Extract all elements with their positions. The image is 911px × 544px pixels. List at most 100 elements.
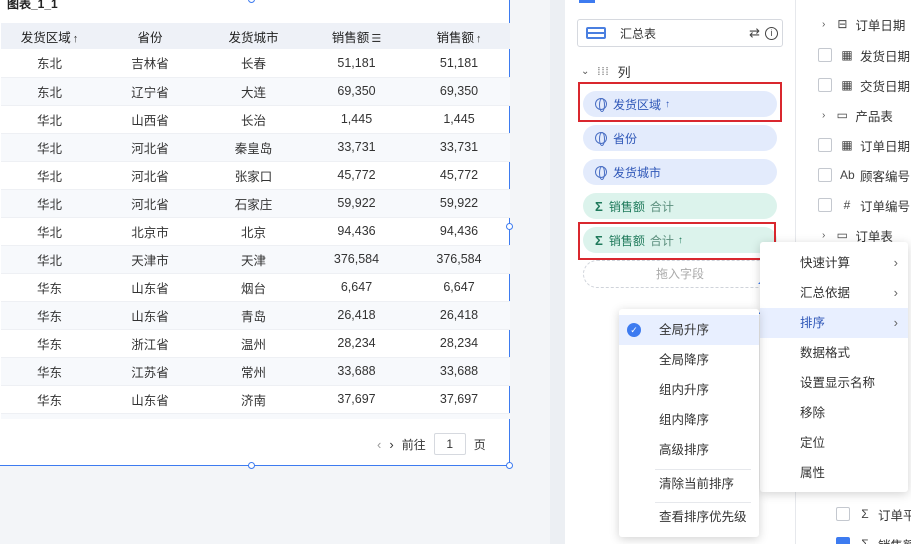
field-type-icon: Ab [840,168,855,182]
next-page-icon[interactable]: › [389,437,393,452]
sort-option[interactable]: ✓ 全局升序 [619,315,759,345]
sort-option[interactable]: 全局降序 [619,345,759,375]
table-cell: 59,922 [305,189,408,218]
context-menu-item[interactable]: 数据格式 [760,338,908,368]
col-header-city[interactable]: 发货城市 [202,23,305,49]
chevron-right-icon[interactable]: › [822,19,825,30]
field-checkbox[interactable] [836,537,850,544]
swap-icon[interactable]: ⇄ [749,25,760,41]
col-header-sales[interactable]: 销售额 ☰ [305,23,408,49]
col-header-sales-sorted[interactable]: 销售额 ↑ [408,23,510,49]
resize-handle-right[interactable] [506,223,513,230]
field-pill-sales-sum[interactable]: Σ 销售额 合计 [583,193,777,219]
table-cell: 51,181 [305,49,408,78]
chevron-right-icon[interactable]: › [822,230,825,241]
table-cell: 江苏省 [98,357,202,386]
context-menu-item[interactable]: 定位 [760,428,908,458]
table-cell: 华东 [1,273,98,302]
table-row[interactable]: 华北 河北省 石家庄 59,922 59,922 [1,189,510,218]
table-cell: 山西省 [98,105,202,134]
context-menu-item[interactable]: 排序 › [760,308,908,338]
drop-field-zone[interactable]: 拖入字段 [583,260,777,288]
table-cell: 33,688 [408,357,510,386]
field-pill-province[interactable]: 省份 [583,125,777,151]
sort-option[interactable]: 组内降序 [619,405,759,435]
col-header-region[interactable]: 发货区域 ↑ [1,23,98,49]
active-tab-indicator [579,0,595,3]
chevron-right-icon[interactable]: › [822,110,825,121]
field-checkbox[interactable] [818,48,832,62]
field-item[interactable]: ▦ 发货日期 [818,43,911,67]
table-row[interactable]: 华东 山东省 青岛 26,418 26,418 [1,301,510,330]
prev-page-icon[interactable]: ‹ [377,437,381,452]
table-row[interactable]: 华北 北京市 北京 94,436 94,436 [1,217,510,246]
field-checkbox[interactable] [818,198,832,212]
table-cell: 376,584 [408,245,510,274]
chevron-right-icon: › [893,285,898,300]
table-cell: 26,418 [408,301,510,330]
table-viewport[interactable]: 发货区域 ↑ 省份 发货城市 销售额 ☰ 销售额 ↑ 东北 吉林省 长春 51,181 51,… [1,23,510,419]
field-checkbox[interactable] [818,78,832,92]
field-item[interactable]: Σ 销售额 [836,532,911,544]
table-widget[interactable]: 图表_1_1 发货区域 ↑ 省份 发货城市 销售额 ☰ 销售额 ↑ 东北 吉林省… [0,0,510,466]
info-icon[interactable]: i [765,26,778,40]
resize-handle-bottom[interactable] [248,462,255,469]
field-item[interactable]: # 订单编号 [818,193,911,217]
data-table: 发货区域 ↑ 省份 发货城市 销售额 ☰ 销售额 ↑ 东北 吉林省 长春 51,181 51,… [1,23,510,419]
table-row[interactable]: 华北 河北省 秦皇岛 33,731 33,731 [1,133,510,162]
sort-option-label: 组内降序 [659,413,710,427]
menu-item-label: 排序 [800,316,826,330]
field-item[interactable]: Ab 顾客编号 [818,163,911,187]
context-menu-item[interactable]: 属性 [760,458,908,488]
resize-handle-corner[interactable] [506,462,513,469]
highlight-box [578,82,782,122]
menu-item-label: 移除 [800,406,826,420]
table-row[interactable]: 华东 江苏省 常州 33,688 33,688 [1,357,510,386]
menu-item-label: 定位 [800,436,826,450]
field-type-icon: # [843,198,851,212]
sort-option[interactable]: 查看排序优先级 [619,502,759,532]
pill-label: 省份 [613,131,638,146]
col-header-province[interactable]: 省份 [98,23,202,49]
table-row[interactable]: 华北 山西省 长治 1,445 1,445 [1,105,510,134]
table-row[interactable]: 华东 山东省 烟台 6,647 6,647 [1,273,510,302]
menu-divider [655,502,751,503]
table-row[interactable]: 华东 山东省 济南 37,697 37,697 [1,385,510,414]
table-cell: 28,234 [408,329,510,358]
field-checkbox[interactable] [818,138,832,152]
table-row[interactable]: 华北 天津市 天津 376,584 376,584 [1,245,510,274]
field-item[interactable]: › ▭ 产品表 [818,103,911,127]
table-row[interactable]: 华东 浙江省 温州 28,234 28,234 [1,329,510,358]
table-row[interactable]: 东北 吉林省 长春 51,181 51,181 [1,49,510,78]
page-number-input[interactable]: 1 [433,433,466,455]
context-menu-item[interactable]: 设置显示名称 [760,368,908,398]
table-row[interactable]: 东北 辽宁省 大连 69,350 69,350 [1,77,510,106]
sort-option[interactable]: 高级排序 [619,435,759,465]
table-cell: 38,000 [305,413,408,419]
field-item[interactable]: ▦ 订单日期 [818,133,911,157]
field-type-icon: ▦ [841,78,853,92]
table-cell: 河北省 [98,189,202,218]
chart-type-selector[interactable]: 汇总表 ⇄ i [577,19,783,47]
field-item[interactable]: ▦ 交货日期 [818,73,911,97]
sort-option[interactable]: 组内升序 [619,375,759,405]
field-item[interactable]: › ⊟ 订单日期 [818,12,911,36]
table-cell: 河北省 [98,161,202,190]
panel-divider[interactable] [550,0,565,544]
table-cell: 东北 [1,77,98,106]
table-cell: 山东省 [98,273,202,302]
context-menu-item[interactable]: 快速计算 › [760,248,908,278]
table-cell: 常州 [202,357,305,386]
context-menu-item[interactable]: 移除 [760,398,908,428]
context-menu-item[interactable]: 汇总依据 › [760,278,908,308]
table-row[interactable]: 华北 河北省 张家口 45,772 45,772 [1,161,510,190]
field-item[interactable]: Σ 订单平 [836,502,911,526]
columns-section-header[interactable]: ⌄ ⁞⁞⁞ 列 [581,62,631,81]
chevron-right-icon: › [893,315,898,330]
table-cell: 浙江省 [98,329,202,358]
field-checkbox[interactable] [836,507,850,521]
field-pill-city[interactable]: 发货城市 [583,159,777,185]
sort-option[interactable]: 清除当前排序 [619,469,759,499]
table-row[interactable]: 华东山东省济南38,00038,000 [1,413,510,419]
field-checkbox[interactable] [818,168,832,182]
